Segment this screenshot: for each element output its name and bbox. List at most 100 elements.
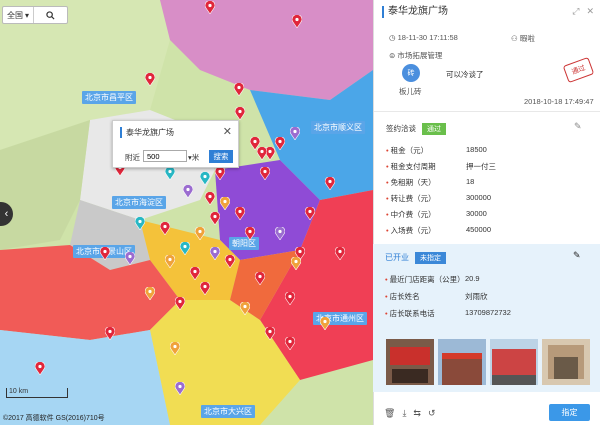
store-photo-1[interactable] <box>386 339 434 385</box>
trash-icon[interactable]: 🗑 <box>384 408 395 419</box>
log-time-row: ◷ 18-11-30 17:11:58 <box>389 33 458 42</box>
map-pin-icon[interactable] <box>234 106 246 121</box>
map-pin-icon[interactable] <box>274 226 286 241</box>
map-pin-icon[interactable] <box>34 361 46 376</box>
comment-time: 2018-10-18 17:49:47 <box>524 97 594 106</box>
map-pin-icon[interactable] <box>219 196 231 211</box>
edit-icon[interactable]: ✎ <box>573 250 581 261</box>
map-pin-icon[interactable] <box>304 206 316 221</box>
status-row: 签约洽谈 通过 <box>386 123 446 135</box>
map-pin-icon[interactable] <box>164 166 176 181</box>
region-select[interactable]: 全国 ▾ <box>3 7 35 23</box>
map-pin-icon[interactable] <box>289 126 301 141</box>
map-pin-icon[interactable] <box>290 256 302 271</box>
popup-title: 泰华龙旗广场 <box>120 127 174 138</box>
user-icon: ⚇ <box>511 34 518 43</box>
field-label: 最近门店距离（公里） <box>385 275 465 284</box>
map-pin-icon[interactable] <box>284 336 296 351</box>
map-pin-icon[interactable] <box>334 246 346 261</box>
map-pin-icon[interactable] <box>291 14 303 29</box>
map-pin-icon[interactable] <box>254 271 266 286</box>
transfer-icon[interactable]: ⇆ <box>413 408 421 419</box>
region-search-box[interactable]: 全国 ▾ <box>2 6 68 24</box>
map-pin-icon[interactable] <box>224 254 236 269</box>
map-pin-icon[interactable] <box>179 241 191 256</box>
map-regions <box>0 0 373 425</box>
map-pin-icon[interactable] <box>284 291 296 306</box>
map-pin-icon[interactable] <box>319 316 331 331</box>
store-photo-4[interactable] <box>542 339 590 385</box>
search-button[interactable]: 搜索 <box>209 150 233 163</box>
map-pin-icon[interactable] <box>209 246 221 261</box>
field-value: 18 <box>466 177 475 186</box>
field-label: 转让费（元） <box>386 194 436 203</box>
field-value: 押一付三 <box>466 162 496 171</box>
app-window: 全国▾ 北京市昌平区 北京市顺义区 北京市海淀区 北京市石景山区 朝阳区 北京市… <box>0 0 600 425</box>
map-pin-icon[interactable] <box>189 266 201 281</box>
map-copyright: ©2017 高德软件 GS(2016)710号 <box>3 415 105 422</box>
map-pin-icon[interactable] <box>199 171 211 186</box>
district-label-changping: 北京市昌平区 <box>82 91 136 104</box>
map-pin-icon[interactable] <box>99 246 111 261</box>
stack-icon: ⊜ <box>389 51 396 60</box>
map-pin-icon[interactable] <box>124 251 136 266</box>
map-pin-icon[interactable] <box>256 146 268 161</box>
map-pin-icon[interactable] <box>159 221 171 236</box>
status-badge: 通过 <box>422 123 446 135</box>
map-pin-icon[interactable] <box>194 226 206 241</box>
map-pin-icon[interactable] <box>233 82 245 97</box>
map-pin-icon[interactable] <box>324 176 336 191</box>
download-icon[interactable]: ⤓ <box>402 408 406 419</box>
confirm-button[interactable]: 指定 <box>549 404 590 421</box>
district-label-haidian: 北京市海淀区 <box>112 196 166 209</box>
map-pin-icon[interactable] <box>164 254 176 269</box>
map-pin-icon[interactable] <box>239 301 251 316</box>
map-pin-icon[interactable] <box>104 326 116 341</box>
map-pin-icon[interactable] <box>259 166 271 181</box>
map-pin-icon[interactable] <box>264 326 276 341</box>
field-row: 免租期（天） <box>386 177 436 188</box>
search-icon[interactable] <box>34 7 67 23</box>
field-value: 300000 <box>466 193 492 202</box>
map-pin-icon[interactable] <box>234 206 246 221</box>
district-label-daxing: 北京市大兴区 <box>201 405 255 418</box>
field-row: 入场费（元） <box>386 225 436 236</box>
field-label: 免租期（天） <box>386 178 436 187</box>
map-pin-icon[interactable] <box>209 211 221 226</box>
log-user-row: ⚇ 暇啦 <box>511 34 535 43</box>
store-photo-3[interactable] <box>490 339 538 385</box>
map-pin-icon[interactable] <box>204 0 216 15</box>
store-photo-2[interactable] <box>438 339 486 385</box>
open-field-row: 店长姓名 <box>385 291 467 302</box>
map-pin-icon[interactable] <box>144 286 156 301</box>
map-pin-icon[interactable] <box>134 216 146 231</box>
map-view[interactable]: 全国▾ 北京市昌平区 北京市顺义区 北京市海淀区 北京市石景山区 朝阳区 北京市… <box>0 0 373 425</box>
close-icon[interactable]: ✕ <box>223 125 232 138</box>
field-label: 租金（元） <box>386 146 428 155</box>
history-icon[interactable]: ↺ <box>428 408 436 419</box>
field-label: 中介费（元） <box>386 210 436 219</box>
avatar-name: 板儿砖 <box>399 87 422 96</box>
map-pin-icon[interactable] <box>274 136 286 151</box>
map-pin-icon[interactable] <box>169 341 181 356</box>
scale-bar: 10 km <box>6 388 68 398</box>
map-pin-icon[interactable] <box>204 191 216 206</box>
map-pin-icon[interactable] <box>199 281 211 296</box>
map-pin-icon[interactable] <box>214 166 226 181</box>
footer-toolbar: 🗑 ⤓ ⇆ ↺ <box>384 408 436 419</box>
map-pin-icon[interactable] <box>174 381 186 396</box>
edit-icon[interactable]: ✎ <box>574 121 582 132</box>
radius-input[interactable] <box>143 150 187 162</box>
close-icon[interactable]: ✕ <box>586 6 594 17</box>
field-label: 租金支付周期 <box>386 162 436 171</box>
field-value: 13709872732 <box>465 308 511 317</box>
field-row: 租金（元） <box>386 145 428 156</box>
expand-icon[interactable]: ⤢ <box>572 6 579 17</box>
map-pin-icon[interactable] <box>182 184 194 199</box>
map-pin-icon[interactable] <box>144 72 156 87</box>
field-value: 450000 <box>466 225 492 234</box>
map-pin-icon[interactable] <box>174 296 186 311</box>
map-pin-icon[interactable] <box>244 226 256 241</box>
field-value: 30000 <box>466 209 487 218</box>
field-row: 转让费（元） <box>386 193 436 204</box>
